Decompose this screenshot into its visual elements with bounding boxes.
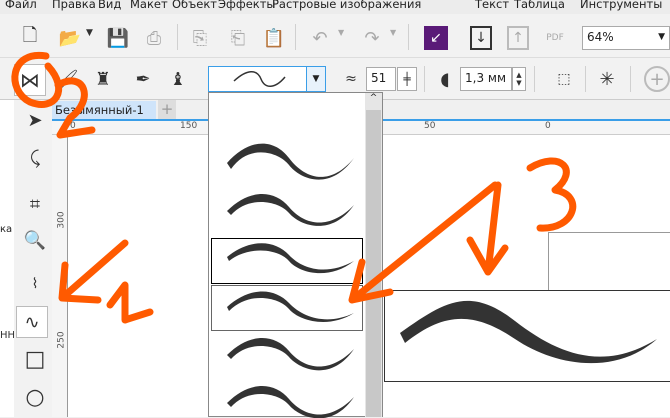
annotation-circle <box>11 51 63 108</box>
annotation-number-2 <box>54 77 96 139</box>
annotation-overlay <box>11 51 577 324</box>
annotation-number-1 <box>106 281 154 324</box>
annotation-arrow-1 <box>58 239 129 304</box>
annotation-number-3 <box>526 157 577 232</box>
